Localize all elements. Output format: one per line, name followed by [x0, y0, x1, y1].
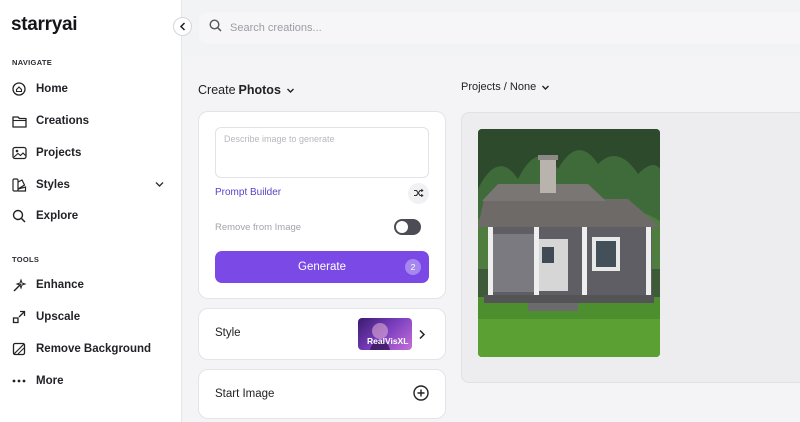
image-icon — [11, 145, 27, 161]
search-input[interactable] — [230, 22, 530, 34]
prompt-box[interactable] — [215, 127, 429, 178]
sidebar-item-enhance[interactable]: Enhance — [11, 274, 171, 296]
sidebar-item-explore[interactable]: Explore — [11, 205, 171, 227]
generate-button[interactable]: Generate 2 — [215, 251, 429, 283]
tools-section-label: TOOLS — [12, 255, 40, 264]
projects-label: Projects / None — [461, 81, 537, 93]
search-bar[interactable] — [199, 12, 800, 44]
projects-selector[interactable]: Projects / None — [461, 81, 550, 93]
sidebar-item-label: Projects — [36, 147, 82, 159]
create-mode-selector[interactable]: Create Photos — [198, 83, 295, 97]
create-prefix: Create — [198, 83, 236, 97]
shuffle-button[interactable] — [408, 183, 429, 204]
sidebar-item-label: Styles — [36, 179, 70, 191]
sidebar-item-label: Explore — [36, 210, 79, 222]
collapse-sidebar-button[interactable] — [173, 17, 192, 36]
sidebar-item-label: Upscale — [36, 311, 81, 323]
folder-icon — [11, 113, 27, 129]
navigate-section-label: NAVIGATE — [12, 58, 53, 67]
search-icon — [11, 208, 27, 224]
chevron-right-icon[interactable] — [418, 327, 426, 345]
chevron-left-icon — [179, 18, 187, 36]
more-icon — [11, 373, 27, 389]
wand-icon — [11, 277, 27, 293]
chevron-down-icon[interactable] — [154, 179, 165, 193]
create-mode: Photos — [238, 83, 281, 97]
sidebar-item-label: Remove Background — [36, 343, 152, 355]
prompt-input[interactable] — [224, 134, 420, 171]
upscale-icon — [11, 309, 27, 325]
chevron-down-icon — [286, 86, 295, 95]
remove-from-image-toggle[interactable] — [394, 219, 421, 235]
generated-image[interactable] — [478, 129, 660, 357]
sidebar-item-creations[interactable]: Creations — [11, 110, 171, 132]
sidebar-item-more[interactable]: More — [11, 370, 171, 392]
sidebar-item-home[interactable]: Home — [11, 78, 171, 100]
sidebar-item-label: Enhance — [36, 279, 84, 291]
home-icon — [11, 81, 27, 97]
style-label: Style — [215, 327, 241, 339]
sidebar-item-remove-background[interactable]: Remove Background — [11, 338, 171, 360]
style-thumbnail[interactable]: RealVisXL — [358, 318, 412, 350]
sidebar-item-label: Creations — [36, 115, 90, 127]
sidebar-item-upscale[interactable]: Upscale — [11, 306, 171, 328]
sidebar: starryai NAVIGATE Home Creations Project… — [0, 0, 182, 422]
sidebar-item-label: Home — [36, 83, 68, 95]
start-image-label: Start Image — [215, 388, 275, 400]
sidebar-item-label: More — [36, 375, 64, 387]
generate-label: Generate — [298, 261, 346, 273]
sidebar-item-projects[interactable]: Projects — [11, 142, 171, 164]
generate-count-badge: 2 — [405, 259, 421, 275]
remove-bg-icon — [11, 341, 27, 357]
prompt-builder-link[interactable]: Prompt Builder — [215, 187, 281, 198]
add-start-image-icon[interactable] — [413, 385, 429, 406]
app-logo[interactable]: starryai — [11, 14, 78, 36]
styles-icon — [11, 177, 27, 193]
chevron-down-icon — [541, 83, 550, 92]
sidebar-item-styles[interactable]: Styles — [11, 174, 171, 196]
remove-from-image-label: Remove from Image — [215, 222, 302, 233]
shuffle-icon — [413, 185, 424, 203]
search-icon — [209, 19, 222, 37]
style-name: RealVisXL — [367, 336, 409, 346]
